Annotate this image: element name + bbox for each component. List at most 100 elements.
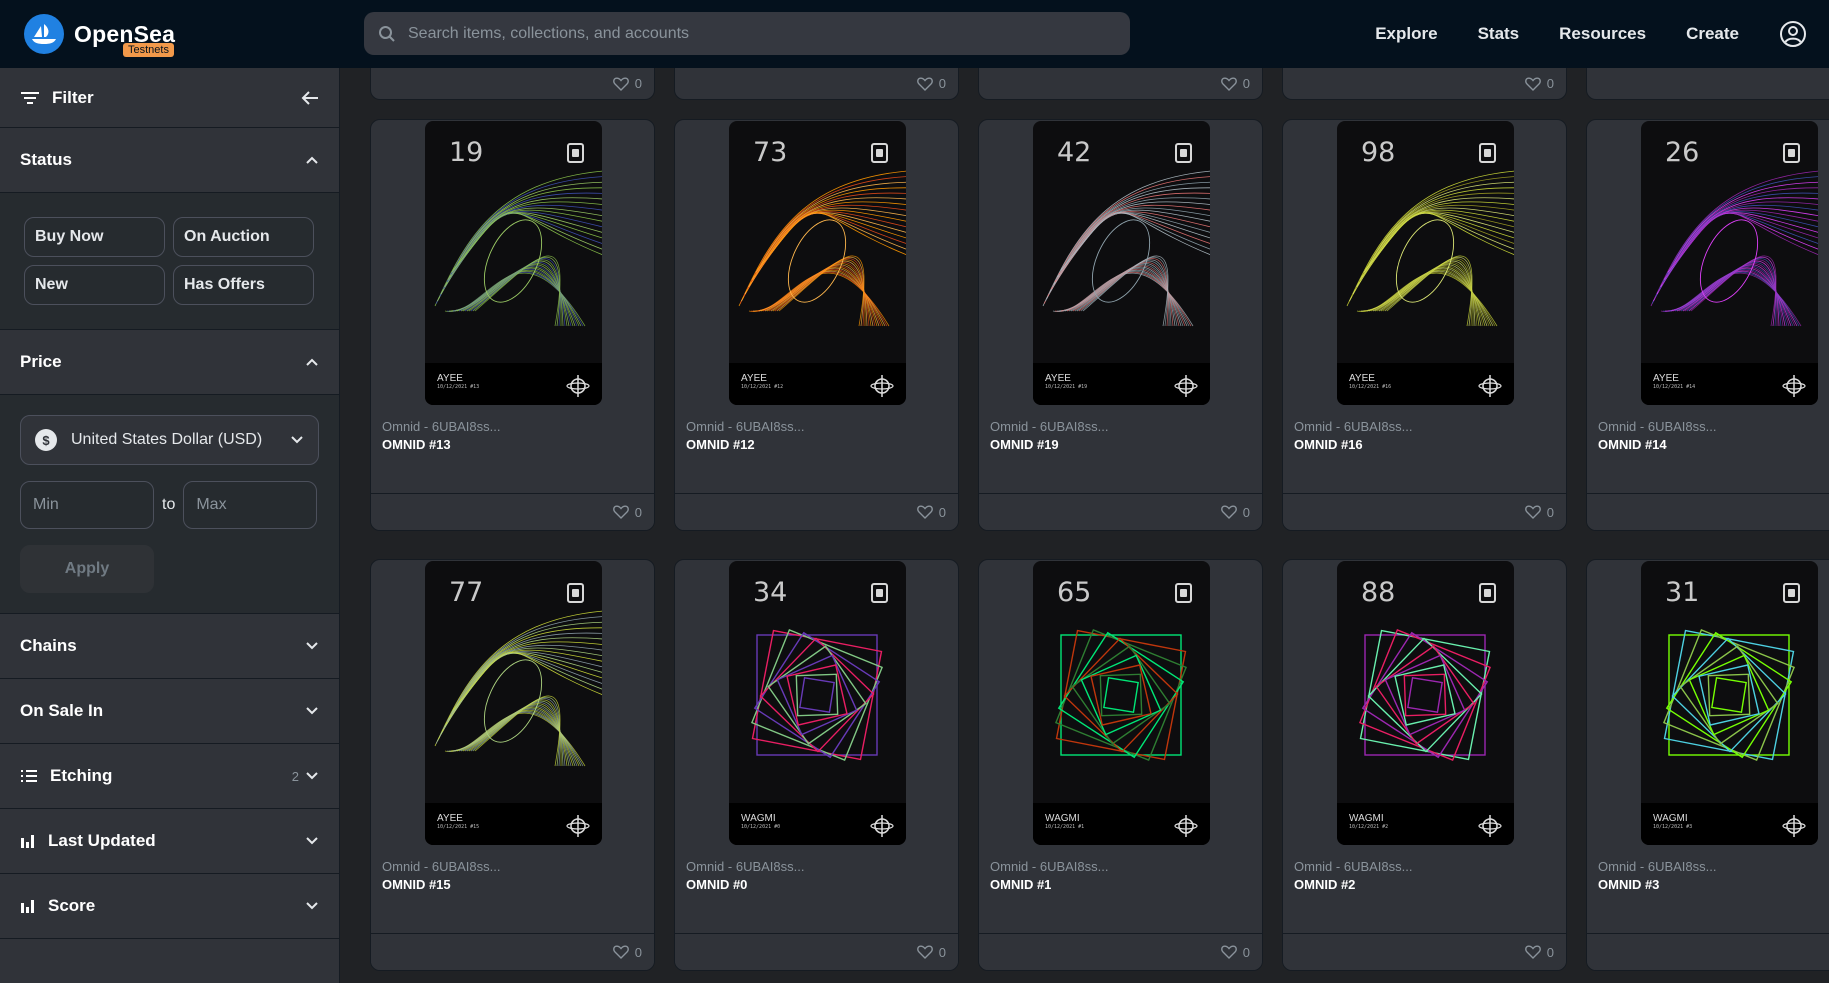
asset-name[interactable]: OMNID #13 [382,437,451,452]
artwork-series: AYEE [1653,373,1679,384]
heart-icon[interactable] [1524,945,1541,959]
like-count: 0 [938,944,946,960]
collection-name[interactable]: Omnid - 6UBAI8ss... [1294,859,1412,874]
asset-image[interactable]: 26 AYEE 10/12/2021 #14 [1641,121,1818,405]
status-buy-now-button[interactable]: Buy Now [24,217,165,257]
card-footer: 0 [371,493,654,530]
status-has-offers-button[interactable]: Has Offers [173,265,314,305]
asset-card[interactable]: 26 AYEE 10/12/2021 #14 Omnid - 6UBAI8ss.… [1586,119,1829,531]
nav-create[interactable]: Create [1686,24,1739,44]
orbit-glyph-icon [1174,374,1198,403]
heart-icon[interactable] [1220,76,1237,91]
collection-name[interactable]: Omnid - 6UBAI8ss... [686,419,804,434]
asset-image[interactable]: 77 AYEE 10/12/2021 #15 [425,561,602,845]
score-section-header[interactable]: Score [0,874,339,939]
search-input[interactable]: Search items, collections, and accounts [408,25,689,43]
asset-card[interactable]: 77 AYEE 10/12/2021 #15 Omnid - 6UBAI8ss.… [370,559,655,971]
asset-image[interactable]: 19 AYEE 10/12/2021 #13 [425,121,602,405]
max-price-input[interactable] [183,481,318,529]
collection-name[interactable]: Omnid - 6UBAI8ss... [686,859,804,874]
asset-image[interactable]: 98 AYEE 10/12/2021 #16 [1337,121,1514,405]
asset-name[interactable]: OMNID #2 [1294,877,1355,892]
nav-stats[interactable]: Stats [1478,24,1520,44]
bar-chart-icon [21,900,34,913]
asset-name[interactable]: OMNID #3 [1598,877,1659,892]
search-bar[interactable]: Search items, collections, and accounts [364,12,1130,55]
on-sale-in-section-header[interactable]: On Sale In [0,679,339,744]
collection-name[interactable]: Omnid - 6UBAI8ss... [990,859,1108,874]
heart-icon[interactable] [916,945,933,959]
asset-name[interactable]: OMNID #14 [1598,437,1667,452]
asset-name[interactable]: OMNID #1 [990,877,1051,892]
collection-name[interactable]: Omnid - 6UBAI8ss... [1294,419,1412,434]
nav-explore[interactable]: Explore [1375,24,1437,44]
opensea-logo[interactable]: OpenSea Testnets [24,14,364,57]
chevron-up-icon [306,358,318,366]
collection-name[interactable]: Omnid - 6UBAI8ss... [1598,859,1716,874]
previous-row-card-footer[interactable]: 0 [1282,68,1567,100]
orbit-glyph-icon [1478,374,1502,403]
previous-row-card-footer[interactable]: 0 [978,68,1263,100]
asset-image[interactable]: 31 WAGMI 10/12/2021 #3 [1641,561,1818,845]
filter-header[interactable]: Filter [0,68,339,128]
artwork-series: WAGMI [1653,813,1688,824]
heart-icon[interactable] [1220,945,1237,959]
etching-section-header[interactable]: Etching 2 [0,744,339,809]
asset-card[interactable]: 88 WAGMI 10/12/2021 #2 Omnid - 6UBAI8ss.… [1282,559,1567,971]
status-new-button[interactable]: New [24,265,165,305]
asset-name[interactable]: OMNID #16 [1294,437,1363,452]
heart-icon[interactable] [612,505,629,519]
heart-icon[interactable] [916,505,933,519]
asset-card[interactable]: 73 AYEE 10/12/2021 #12 Omnid - 6UBAI8ss.… [674,119,959,531]
heart-icon[interactable] [916,76,933,91]
heart-icon[interactable] [612,945,629,959]
collection-name[interactable]: Omnid - 6UBAI8ss... [382,419,500,434]
artwork-series: AYEE [1349,373,1375,384]
filter-label: Filter [52,87,94,107]
heart-icon[interactable] [612,76,629,91]
artwork-date: 10/12/2021 #3 [1653,824,1693,830]
artwork-date: 10/12/2021 #16 [1349,384,1392,390]
edition-number: 34 [753,577,788,608]
asset-name[interactable]: OMNID #15 [382,877,451,892]
heart-icon[interactable] [1220,505,1237,519]
chains-section-header[interactable]: Chains [0,614,339,679]
apply-button[interactable]: Apply [20,545,154,593]
asset-name[interactable]: OMNID #12 [686,437,755,452]
heart-icon[interactable] [1524,505,1541,519]
asset-image[interactable]: 88 WAGMI 10/12/2021 #2 [1337,561,1514,845]
previous-row-card-footer[interactable] [1586,68,1829,100]
nav-resources[interactable]: Resources [1559,24,1646,44]
asset-image[interactable]: 73 AYEE 10/12/2021 #12 [729,121,906,405]
min-price-input[interactable] [20,481,154,529]
collection-name[interactable]: Omnid - 6UBAI8ss... [1598,419,1716,434]
asset-image[interactable]: 65 WAGMI 10/12/2021 #1 [1033,561,1210,845]
previous-row-card-footer[interactable]: 0 [370,68,655,100]
heart-icon[interactable] [1524,76,1541,91]
collection-name[interactable]: Omnid - 6UBAI8ss... [382,859,500,874]
last-updated-section-header[interactable]: Last Updated [0,809,339,874]
asset-name[interactable]: OMNID #0 [686,877,747,892]
collapse-arrow-icon[interactable] [301,90,319,106]
asset-card[interactable]: 65 WAGMI 10/12/2021 #1 Omnid - 6UBAI8ss.… [978,559,1263,971]
status-on-auction-button[interactable]: On Auction [173,217,314,257]
collection-name[interactable]: Omnid - 6UBAI8ss... [990,419,1108,434]
price-section-header[interactable]: Price [0,330,339,395]
artwork-series: WAGMI [1349,813,1384,824]
asset-image[interactable]: 34 WAGMI 10/12/2021 #0 [729,561,906,845]
account-icon[interactable] [1779,20,1807,48]
asset-card[interactable]: 34 WAGMI 10/12/2021 #0 Omnid - 6UBAI8ss.… [674,559,959,971]
currency-select[interactable]: $ United States Dollar (USD) [20,415,319,465]
etching-title: Etching [50,766,113,785]
asset-image[interactable]: 42 AYEE 10/12/2021 #19 [1033,121,1210,405]
asset-card[interactable]: 31 WAGMI 10/12/2021 #3 Omnid - 6UBAI8ss.… [1586,559,1829,971]
orbit-glyph-icon [566,374,590,403]
asset-name[interactable]: OMNID #19 [990,437,1059,452]
asset-card[interactable]: 19 AYEE 10/12/2021 #13 Omnid - 6UBAI8ss.… [370,119,655,531]
asset-card[interactable]: 42 AYEE 10/12/2021 #19 Omnid - 6UBAI8ss.… [978,119,1263,531]
asset-card[interactable]: 98 AYEE 10/12/2021 #16 Omnid - 6UBAI8ss.… [1282,119,1567,531]
status-section-header[interactable]: Status [0,128,339,193]
artwork-series: AYEE [437,373,463,384]
price-title: Price [20,352,62,371]
previous-row-card-footer[interactable]: 0 [674,68,959,100]
